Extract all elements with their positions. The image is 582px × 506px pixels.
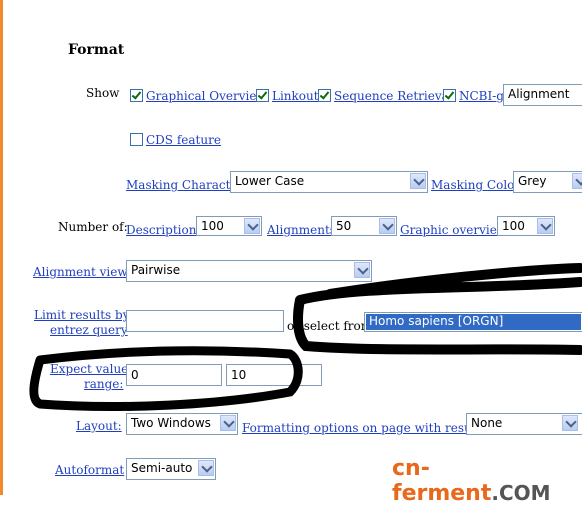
marker-stroke-organism xyxy=(293,263,582,355)
watermark-main: cn-ferment xyxy=(392,456,492,506)
watermark-suffix: .COM xyxy=(491,481,551,505)
marker-stroke-expect xyxy=(29,346,303,411)
watermark: cn-ferment.COM xyxy=(392,456,582,506)
marker-annotations xyxy=(29,263,582,411)
